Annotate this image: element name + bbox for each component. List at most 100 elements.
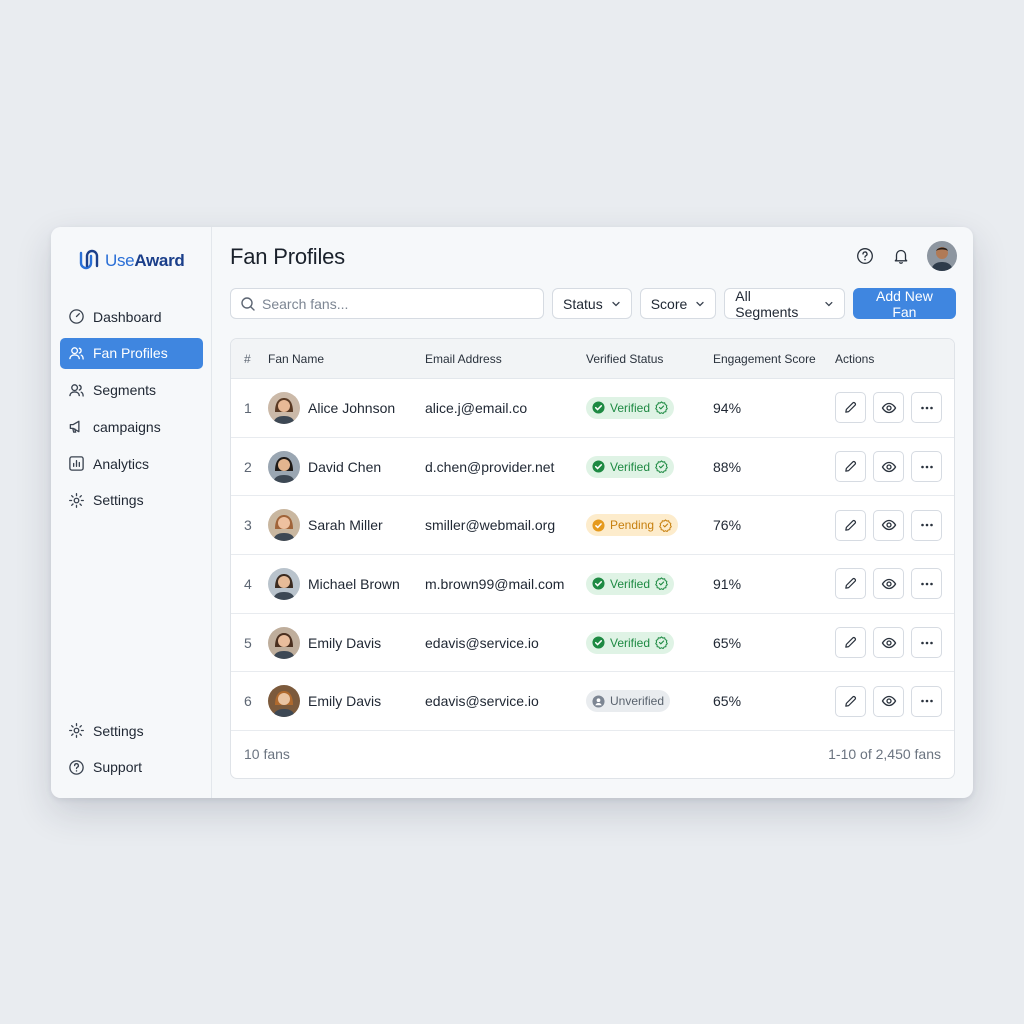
fan-avatar <box>268 509 300 542</box>
edit-button[interactable] <box>835 392 866 424</box>
pencil-icon <box>845 637 857 648</box>
sidebar-item-dashboard[interactable]: Dashboard <box>60 301 203 332</box>
fan-name-cell: David Chen <box>268 450 425 483</box>
fan-name[interactable]: Alice Johnson <box>308 400 395 416</box>
view-button[interactable] <box>873 392 904 424</box>
check-circle-icon <box>592 401 605 414</box>
sidebar-item-settings[interactable]: Settings <box>60 485 203 516</box>
fan-email: m.brown99@mail.com <box>425 575 565 592</box>
user-avatar[interactable] <box>927 241 957 271</box>
table-row[interactable]: 4 Michael Brown m.brown99@mail.com Verified… <box>231 555 954 614</box>
user-circle-icon <box>592 695 605 708</box>
table-row[interactable]: 5 Emily Davis edavis@service.io Verified 65% <box>231 614 954 673</box>
fan-name-cell: Emily Davis <box>268 685 425 718</box>
chevron-down-icon <box>612 301 620 306</box>
chart-icon <box>69 456 84 471</box>
add-new-fan-button[interactable]: Add New Fan <box>852 288 956 320</box>
row-actions <box>835 685 942 717</box>
fan-avatar <box>268 450 300 483</box>
table-row[interactable]: 2 David Chen d.chen@provider.net Verified 88… <box>231 438 954 497</box>
view-button[interactable] <box>873 627 904 659</box>
column-header-fan-name[interactable]: Fan Name <box>268 352 425 366</box>
eye-icon <box>881 578 896 590</box>
more-options-button[interactable] <box>911 509 942 541</box>
search-box <box>230 288 544 319</box>
fan-name[interactable]: Sarah Miller <box>308 517 383 533</box>
fan-table: # Fan Name Email Address Verified Status… <box>230 338 955 779</box>
badge-seal-icon <box>659 518 672 532</box>
brand-logo[interactable]: UseAward <box>77 249 185 273</box>
more-options-button[interactable] <box>911 627 942 659</box>
sidebar-bottom-nav: Settings Support <box>60 715 203 789</box>
edit-button[interactable] <box>835 627 866 659</box>
sidebar-item-segments[interactable]: Segments <box>60 375 203 406</box>
table-row[interactable]: 3 Sarah Miller smiller@webmail.org Pending 7… <box>231 496 954 556</box>
dropdown-label: Status <box>563 295 603 312</box>
segments-filter-dropdown[interactable]: All Segments <box>724 288 845 320</box>
group-icon <box>69 383 84 397</box>
more-options-button[interactable] <box>911 392 942 424</box>
more-options-button[interactable] <box>911 568 942 600</box>
table-header: # Fan Name Email Address Verified Status… <box>231 339 954 379</box>
column-header-engagement-score[interactable]: Engagement Score <box>713 352 835 366</box>
help-icon[interactable] <box>855 246 875 266</box>
more-options-button[interactable] <box>911 685 942 717</box>
edit-button[interactable] <box>835 685 866 717</box>
badge-seal-icon <box>655 401 668 415</box>
status-filter-dropdown[interactable]: Status <box>552 288 632 319</box>
engagement-score: 65% <box>713 693 742 710</box>
fan-avatar <box>268 626 300 659</box>
row-number: 6 <box>244 693 252 710</box>
eye-icon <box>881 520 896 531</box>
sidebar-item-fan-profiles[interactable]: Fan Profiles <box>60 337 203 369</box>
status-cell: Verified <box>586 455 713 478</box>
status-cell: Verified <box>586 396 713 419</box>
row-actions <box>835 451 942 483</box>
fan-name-cell: Michael Brown <box>268 567 425 600</box>
fan-name[interactable]: David Chen <box>308 459 381 475</box>
fan-avatar <box>268 567 300 600</box>
more-horizontal-icon <box>920 406 933 410</box>
view-button[interactable] <box>873 509 904 541</box>
table-footer: 10 fans 1-10 of 2,450 fans <box>231 730 954 778</box>
sidebar-item-label: Settings <box>93 492 144 509</box>
more-options-button[interactable] <box>911 451 942 483</box>
view-button[interactable] <box>873 685 904 717</box>
table-row[interactable]: 6 Emily Davis edavis@service.io Unverified 6… <box>231 672 954 732</box>
view-button[interactable] <box>873 451 904 483</box>
sidebar-item-analytics[interactable]: Analytics <box>60 448 203 479</box>
edit-button[interactable] <box>835 509 866 541</box>
status-label: Verified <box>610 400 651 415</box>
fan-name[interactable]: Emily Davis <box>308 693 381 709</box>
sidebar-item-campaigns[interactable]: campaigns <box>60 411 203 442</box>
edit-button[interactable] <box>835 451 866 483</box>
pencil-icon <box>845 695 857 707</box>
main-content: Fan Profiles Status Score <box>212 227 973 798</box>
sidebar-item-settings-bottom[interactable]: Settings <box>60 715 203 746</box>
row-number: 5 <box>244 634 252 651</box>
view-button[interactable] <box>873 568 904 600</box>
status-label: Pending <box>610 518 655 533</box>
sidebar-item-support[interactable]: Support <box>60 752 203 783</box>
edit-button[interactable] <box>835 568 866 600</box>
fan-name[interactable]: Michael Brown <box>308 576 400 592</box>
sidebar-item-label: Support <box>93 759 143 776</box>
row-actions <box>835 509 942 541</box>
fan-avatar <box>268 685 300 718</box>
column-header-verified-status[interactable]: Verified Status <box>586 352 713 366</box>
table-row[interactable]: 1 Alice Johnson alice.j@email.co Verified 94… <box>231 379 954 438</box>
status-label: Verified <box>610 576 651 591</box>
app-window: UseAward Dashboard Fan Profiles Segments… <box>51 227 973 798</box>
search-input[interactable] <box>262 295 532 312</box>
score-filter-dropdown[interactable]: Score <box>639 288 717 319</box>
status-cell: Unverified <box>586 690 713 713</box>
fan-email: edavis@service.io <box>425 693 539 710</box>
row-actions <box>835 627 942 659</box>
fan-email: smiller@webmail.org <box>425 517 556 534</box>
more-horizontal-icon <box>920 523 933 527</box>
column-header-email[interactable]: Email Address <box>425 352 586 366</box>
bell-icon[interactable] <box>891 246 911 266</box>
sidebar-nav: Dashboard Fan Profiles Segments campaign… <box>60 301 203 522</box>
fan-name[interactable]: Emily Davis <box>308 635 381 651</box>
row-number: 1 <box>244 399 252 416</box>
